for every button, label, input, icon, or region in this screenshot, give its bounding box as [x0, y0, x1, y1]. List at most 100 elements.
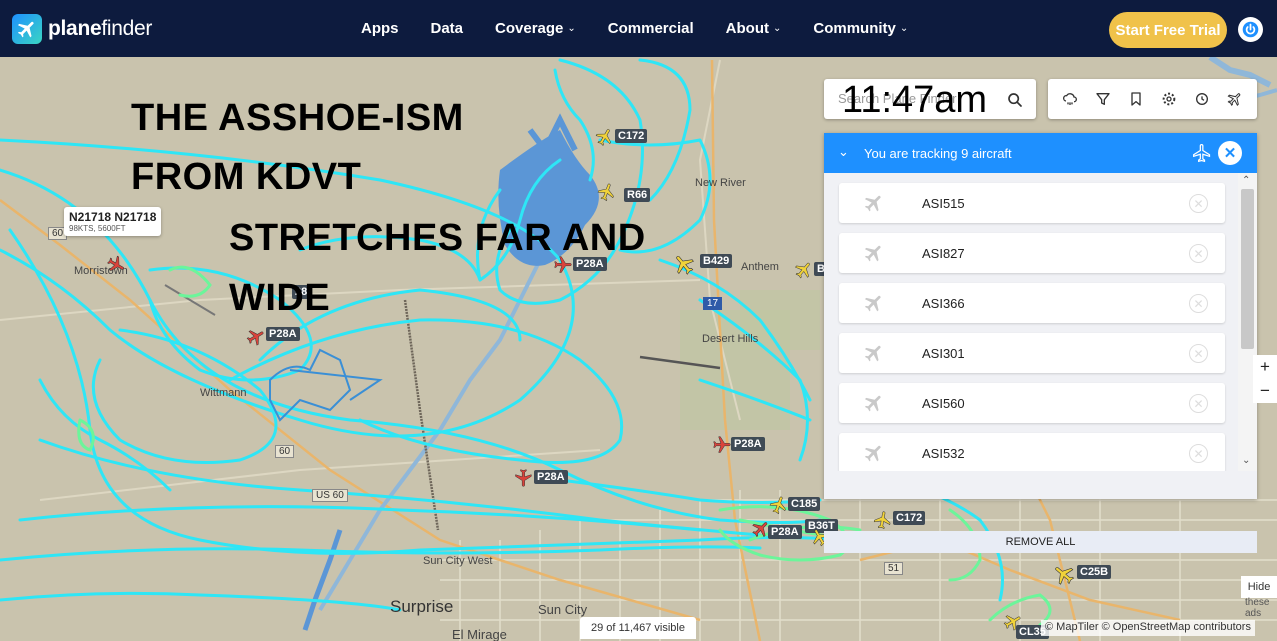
- aircraft-callsign: ASI827: [922, 246, 965, 261]
- plane-icon: [864, 195, 881, 212]
- aircraft-tag[interactable]: P28A: [731, 437, 765, 451]
- yellow-plane-icon[interactable]: [1052, 562, 1076, 586]
- nav-apps[interactable]: Apps: [345, 20, 415, 37]
- hide-ads-button[interactable]: Hide: [1241, 576, 1277, 598]
- scroll-up-icon[interactable]: ⌃: [1242, 175, 1250, 186]
- place-new-river: New River: [695, 177, 746, 189]
- main-nav: Apps Data Coverage ⌄ Commercial About ⌄ Co…: [345, 0, 924, 57]
- tracked-aircraft-list: ASI515 ✕ ASI827 ✕ ASI366 ✕ ASI301 ✕ ASI5…: [824, 173, 1257, 471]
- remove-icon[interactable]: ✕: [1189, 294, 1208, 313]
- aircraft-tag[interactable]: C25B: [1077, 565, 1112, 579]
- red-plane-icon[interactable]: [751, 519, 771, 539]
- visible-count: 29 of 11,467 visible: [580, 617, 696, 639]
- highway-60-shield: 60: [275, 445, 295, 458]
- yellow-helicopter-icon[interactable]: [597, 182, 617, 202]
- chevron-down-icon[interactable]: ⌄: [838, 144, 849, 160]
- overlay-caption-line4: WIDE: [229, 277, 331, 319]
- list-item[interactable]: ASI532 ✕: [839, 433, 1225, 471]
- aircraft-callsign: ASI301: [922, 346, 965, 361]
- list-item[interactable]: ASI515 ✕: [839, 183, 1225, 223]
- remove-icon[interactable]: ✕: [1189, 444, 1208, 463]
- planefinder-logo[interactable]: planefinder: [12, 14, 152, 44]
- panel-scrollbar[interactable]: ⌃ ⌄: [1238, 173, 1257, 471]
- ads-text: these ads: [1245, 597, 1270, 619]
- yellow-plane-icon[interactable]: [672, 252, 696, 276]
- tracking-panel-header[interactable]: ⌄ You are tracking 9 aircraft ✕: [824, 133, 1257, 173]
- nav-about[interactable]: About ⌄: [710, 20, 798, 37]
- remove-icon[interactable]: ✕: [1189, 394, 1208, 413]
- filter-icon[interactable]: [1093, 89, 1113, 109]
- overlay-caption-line2: FROM KDVT: [131, 156, 362, 198]
- close-icon[interactable]: ✕: [1218, 141, 1242, 165]
- power-icon[interactable]: [1238, 17, 1263, 42]
- nav-commercial[interactable]: Commercial: [592, 20, 710, 37]
- callout-detail: 98KTS, 5600FT: [69, 224, 126, 233]
- start-free-trial-button[interactable]: Start Free Trial: [1109, 12, 1227, 48]
- plane-icon: [864, 445, 881, 462]
- bookmark-icon[interactable]: [1126, 89, 1146, 109]
- plane-icon: [864, 395, 881, 412]
- yellow-plane-icon[interactable]: [794, 260, 814, 280]
- tracking-panel: ⌄ You are tracking 9 aircraft ✕ ASI515 ✕…: [824, 133, 1257, 553]
- list-item[interactable]: ASI366 ✕: [839, 283, 1225, 323]
- list-item[interactable]: ASI301 ✕: [839, 333, 1225, 373]
- weather-icon[interactable]: [1060, 89, 1080, 109]
- aircraft-tag[interactable]: B429: [700, 254, 733, 268]
- flight-add-icon[interactable]: [1225, 89, 1245, 109]
- aircraft-tag[interactable]: R66: [624, 188, 651, 202]
- logo-plane-icon: [12, 14, 42, 44]
- plane-icon: [1193, 144, 1211, 163]
- red-plane-icon[interactable]: [246, 327, 266, 347]
- plane-icon: [864, 245, 881, 262]
- aircraft-tag[interactable]: C185: [788, 497, 821, 511]
- map-attribution[interactable]: © MapTiler © OpenStreetMap contributors: [1041, 620, 1255, 636]
- nav-data[interactable]: Data: [415, 20, 480, 37]
- place-anthem: Anthem: [741, 261, 779, 273]
- callout-title: N21718 N21718: [69, 210, 157, 224]
- top-navigation-bar: planefinder Apps Data Coverage ⌄ Commerci…: [0, 0, 1277, 57]
- aircraft-tag[interactable]: P28A: [534, 470, 568, 484]
- chevron-down-icon: ⌄: [899, 23, 909, 34]
- logo-wordmark: planefinder: [48, 17, 153, 40]
- list-item[interactable]: ASI827 ✕: [839, 233, 1225, 273]
- list-item[interactable]: ASI560 ✕: [839, 383, 1225, 423]
- clock-overlay: 11:47am: [842, 79, 988, 121]
- remove-icon[interactable]: ✕: [1189, 194, 1208, 213]
- place-sun-city: Sun City: [538, 602, 588, 617]
- aircraft-tag[interactable]: C172: [893, 511, 926, 525]
- yellow-plane-icon[interactable]: [873, 510, 893, 530]
- chevron-down-icon: ⌄: [772, 23, 782, 34]
- nav-community[interactable]: Community ⌄: [797, 20, 924, 37]
- nav-coverage[interactable]: Coverage ⌄: [479, 20, 592, 37]
- aircraft-tag[interactable]: C172: [615, 129, 648, 143]
- red-plane-icon[interactable]: [106, 255, 126, 275]
- scroll-thumb[interactable]: [1241, 189, 1254, 349]
- tracking-panel-title: You are tracking 9 aircraft: [864, 146, 1012, 161]
- red-plane-icon[interactable]: [513, 468, 533, 488]
- zoom-out-button[interactable]: −: [1253, 379, 1277, 403]
- scroll-down-icon[interactable]: ⌄: [1242, 455, 1250, 466]
- gear-icon[interactable]: [1159, 89, 1179, 109]
- zoom-in-button[interactable]: +: [1253, 355, 1277, 379]
- remove-icon[interactable]: ✕: [1189, 344, 1208, 363]
- history-icon[interactable]: [1192, 89, 1212, 109]
- aircraft-callout[interactable]: N21718 N21718 98KTS, 5600FT: [64, 207, 162, 236]
- aircraft-callsign: ASI366: [922, 296, 965, 311]
- overlay-caption-line1: THE ASSHOE-ISM: [131, 97, 464, 139]
- place-desert-hills: Desert Hills: [702, 333, 759, 345]
- search-icon[interactable]: [1007, 92, 1023, 108]
- route-51-shield: 51: [884, 562, 904, 575]
- place-el-mirage: El Mirage: [452, 627, 507, 641]
- aircraft-callsign: ASI560: [922, 396, 965, 411]
- aircraft-tag[interactable]: P28A: [266, 327, 300, 341]
- yellow-plane-icon[interactable]: [1003, 612, 1023, 632]
- aircraft-callsign: ASI515: [922, 196, 965, 211]
- remove-icon[interactable]: ✕: [1189, 244, 1208, 263]
- remove-all-button[interactable]: REMOVE ALL: [824, 531, 1257, 553]
- aircraft-tag[interactable]: P28A: [768, 525, 802, 539]
- red-plane-icon[interactable]: [712, 435, 732, 455]
- chevron-down-icon: ⌄: [567, 23, 576, 34]
- flight-map[interactable]: Morristown Wittmann New River Anthem Des…: [0, 57, 1277, 641]
- yellow-plane-icon[interactable]: [769, 495, 789, 515]
- yellow-plane-icon[interactable]: [595, 127, 615, 147]
